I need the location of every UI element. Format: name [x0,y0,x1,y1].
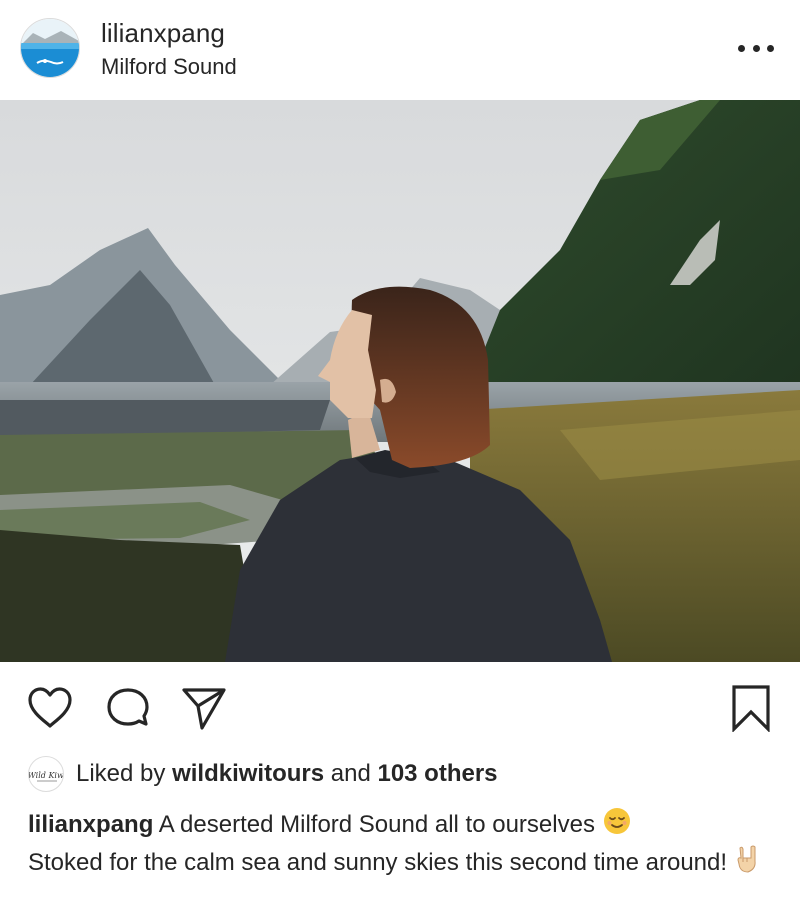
likes-text: Liked by wildkiwitours and 103 others [76,760,498,788]
liker-username[interactable]: wildkiwitours [172,760,324,787]
rock-on-hand-emoji-icon [734,844,762,882]
post-location[interactable]: Milford Sound [101,54,237,80]
comment-button[interactable] [106,686,152,737]
paper-plane-icon [182,688,226,730]
post-caption: lilianxpang A deserted Milford Sound all… [28,806,768,882]
post-actions-bar [0,662,800,752]
more-dot-icon [738,44,745,52]
likes-prefix: Liked by [76,760,166,787]
save-button[interactable] [730,684,772,737]
like-button[interactable] [26,686,74,735]
relieved-face-emoji-icon [602,806,632,844]
caption-text: A deserted Milford Sound all to ourselve… [158,811,595,838]
more-options-button[interactable] [738,36,774,60]
likes-connector: and [330,760,371,787]
more-dot-icon [752,44,760,52]
caption-text-2: Stoked for the calm sea and sunny skies … [28,849,728,876]
author-username[interactable]: lilianxpang [101,18,225,49]
caption-username[interactable]: lilianxpang [28,811,153,838]
bookmark-icon [732,685,770,733]
heart-icon [28,687,72,728]
post-photo[interactable] [0,100,800,662]
share-button[interactable] [180,686,228,737]
liker-avatar[interactable]: Wild Kiwi [28,756,64,792]
liker-avatar-text: Wild Kiwi [29,771,64,780]
likes-others[interactable]: 103 others [377,760,497,787]
author-avatar[interactable] [20,18,80,78]
post-header: lilianxpang Milford Sound [0,0,800,100]
more-dot-icon [767,44,774,52]
comment-icon [107,688,149,726]
likes-summary[interactable]: Wild Kiwi Liked by wildkiwitours and 103… [28,756,498,792]
